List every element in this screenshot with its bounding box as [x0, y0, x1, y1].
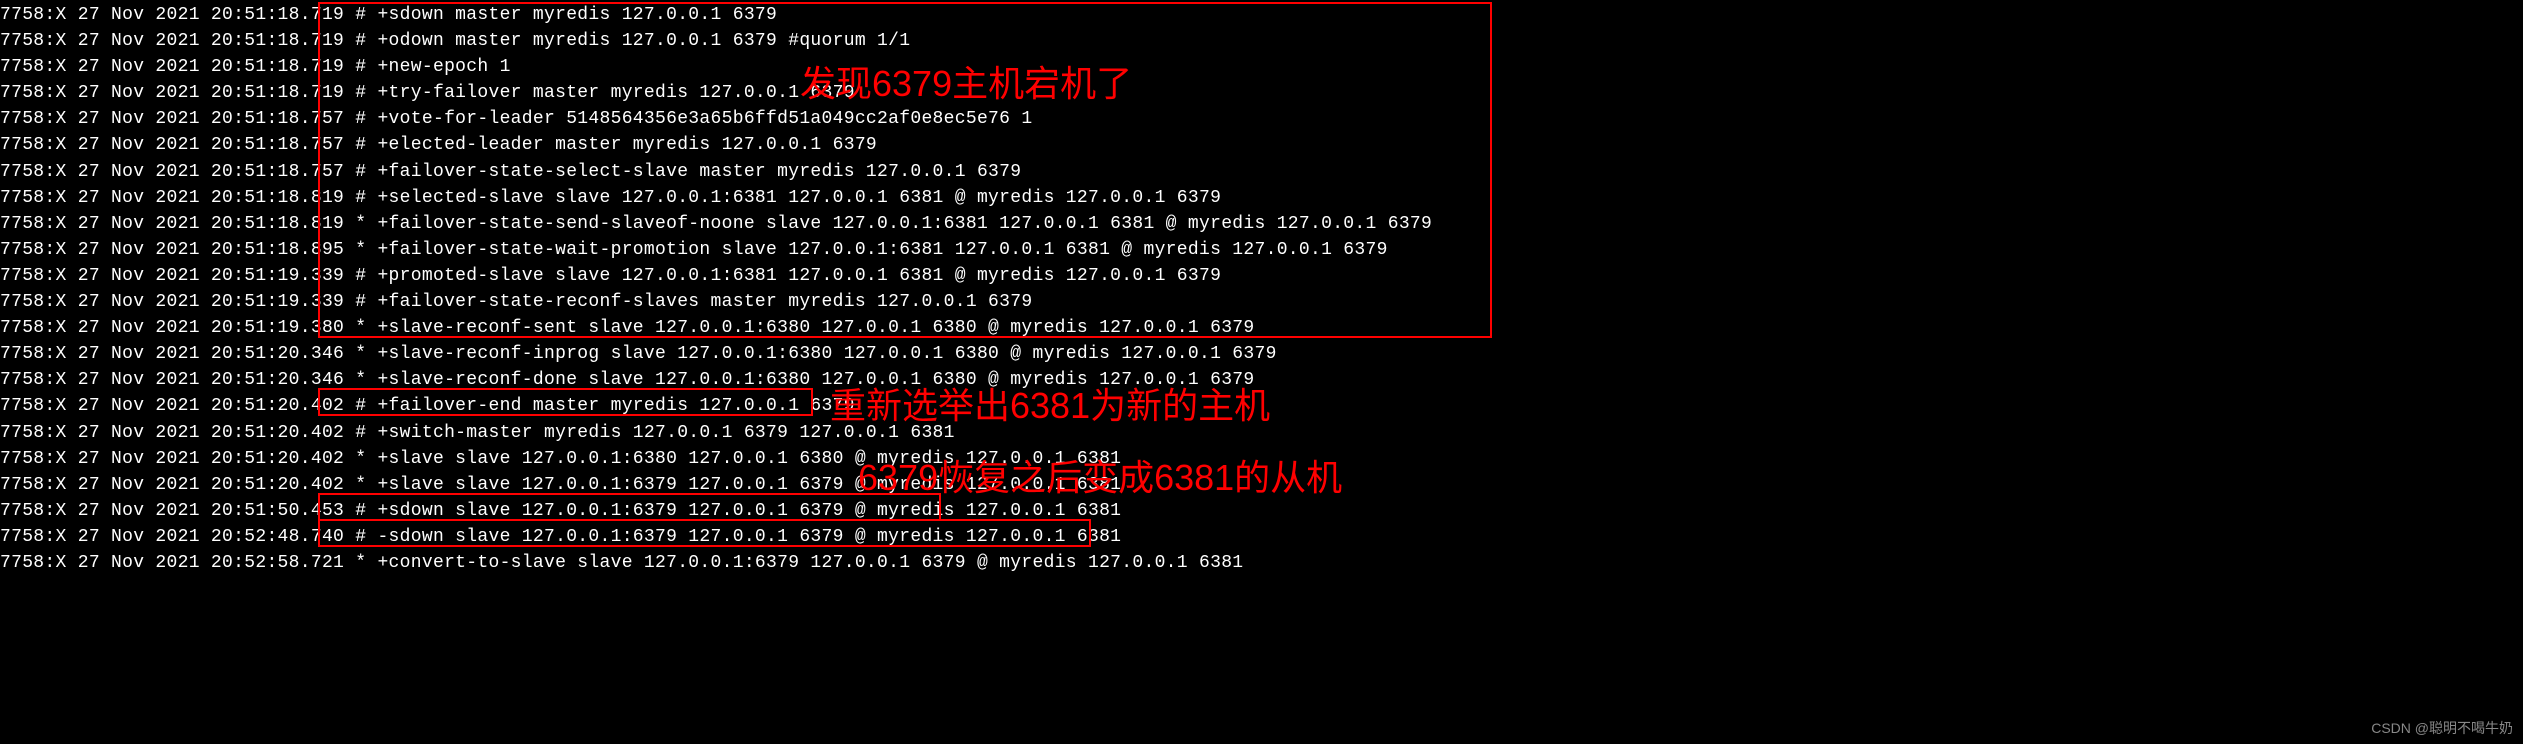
annotation-host-down: 发现6379主机宕机了	[800, 58, 1132, 110]
highlight-box-convert-to-slave	[318, 519, 1091, 547]
log-line: 7758:X 27 Nov 2021 20:51:20.346 * +slave…	[0, 341, 2523, 367]
annotation-new-master: 重新选举出6381为新的主机	[830, 380, 1270, 432]
highlight-box-switch-master	[318, 388, 813, 416]
highlight-box-sdown	[318, 2, 1492, 338]
watermark: CSDN @聪明不喝牛奶	[2371, 718, 2513, 738]
log-line: 7758:X 27 Nov 2021 20:52:58.721 * +conve…	[0, 550, 2523, 576]
highlight-box-sdown-slave	[318, 493, 941, 521]
annotation-become-slave: 6379恢复之后变成6381的从机	[858, 452, 1342, 504]
